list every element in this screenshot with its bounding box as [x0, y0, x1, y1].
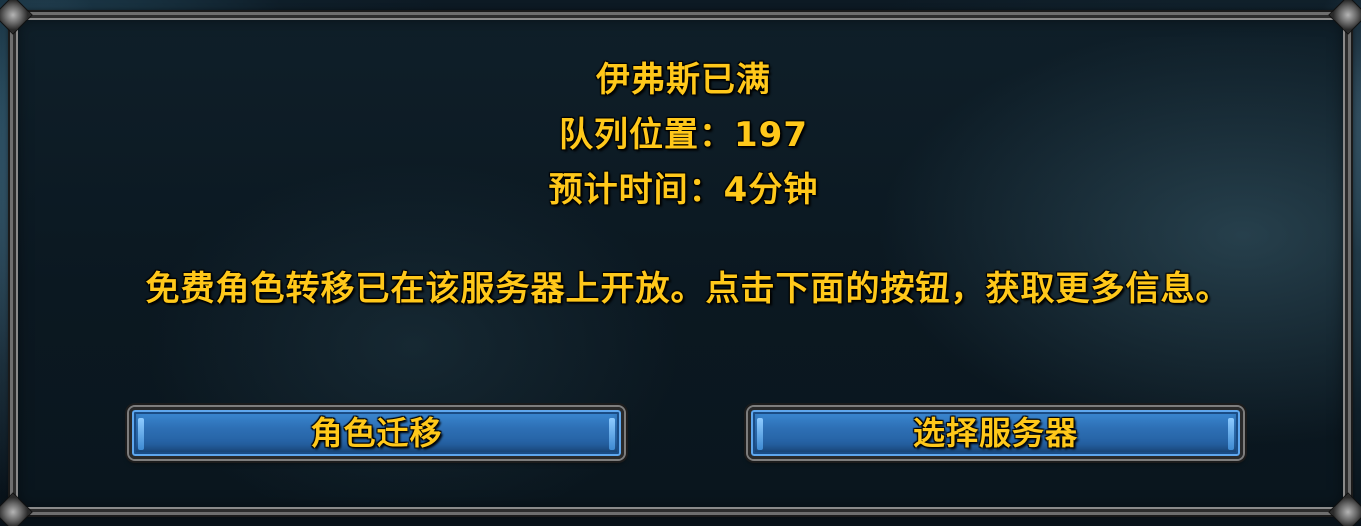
queue-position: 队列位置：197	[559, 115, 808, 155]
queue-status: 伊弗斯已满 队列位置：197 预计时间：4分钟	[13, 53, 1354, 218]
frame-corner-bottom-right	[1328, 492, 1361, 526]
character-transfer-label: 角色迁移	[310, 414, 443, 452]
character-transfer-button[interactable]: 角色迁移	[129, 407, 624, 459]
select-server-label: 选择服务器	[912, 414, 1078, 452]
game-background: 伊弗斯已满 队列位置：197 预计时间：4分钟 免费角色转移已在该服务器上开放。…	[0, 0, 1361, 526]
button-edge-highlight	[609, 418, 615, 450]
button-edge-highlight	[1228, 418, 1234, 450]
realm-full-title: 伊弗斯已满	[596, 60, 771, 100]
queue-dialog: 伊弗斯已满 队列位置：197 预计时间：4分钟 免费角色转移已在该服务器上开放。…	[0, 0, 1361, 526]
button-edge-highlight	[757, 418, 763, 450]
button-edge-highlight	[138, 418, 144, 450]
estimated-time: 预计时间：4分钟	[548, 170, 819, 210]
free-transfer-notice: 免费角色转移已在该服务器上开放。点击下面的按钮，获取更多信息。	[145, 269, 1231, 309]
select-server-button[interactable]: 选择服务器	[748, 407, 1243, 459]
